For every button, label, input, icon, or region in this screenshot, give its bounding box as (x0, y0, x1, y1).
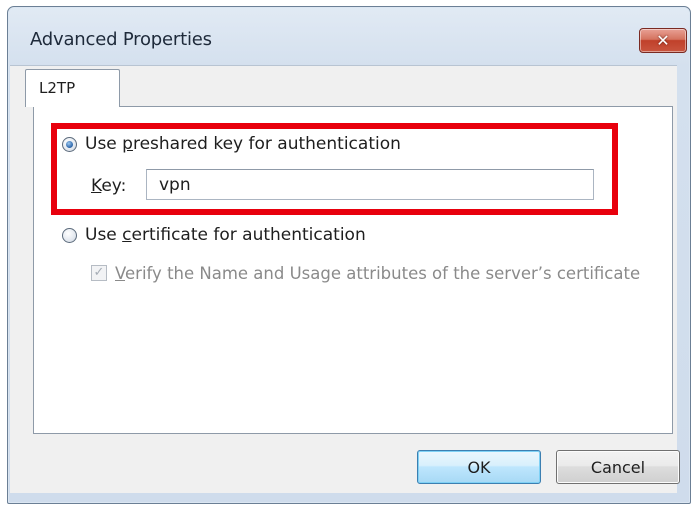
ok-button[interactable]: OK (417, 450, 541, 484)
tab-l2tp-label: L2TP (39, 79, 76, 97)
certificate-label[interactable]: Use certificate for authentication (85, 225, 366, 245)
verify-label-suffix: erify the Name and Usage attributes of t… (125, 264, 641, 283)
preshared-key-mnemonic: p (122, 134, 133, 154)
verify-mnemonic: V (115, 264, 126, 283)
certificate-label-prefix: Use (85, 225, 123, 245)
certificate-label-suffix: ertificate for authentication (131, 225, 366, 245)
cancel-button[interactable]: Cancel (556, 450, 680, 484)
certificate-radio[interactable] (62, 228, 77, 243)
key-label: Key: (91, 176, 126, 196)
key-label-mnemonic: K (91, 176, 102, 196)
close-button[interactable]: ✕ (639, 28, 687, 53)
preshared-key-radio[interactable] (62, 137, 77, 152)
checkmark-icon: ✓ (93, 265, 105, 280)
preshared-key-input[interactable] (146, 169, 594, 200)
tab-l2tp[interactable]: L2TP (25, 69, 120, 107)
verify-certificate-checkbox[interactable]: ✓ (91, 265, 107, 281)
key-label-suffix: ey: (101, 176, 127, 196)
preshared-key-label-prefix: Use (85, 134, 123, 154)
window-title: Advanced Properties (30, 29, 212, 50)
close-icon: ✕ (656, 31, 670, 50)
preshared-key-label[interactable]: Use preshared key for authentication (85, 134, 401, 154)
certificate-mnemonic: c (122, 225, 132, 245)
verify-certificate-label[interactable]: Verify the Name and Usage attributes of … (115, 264, 640, 283)
preshared-key-label-suffix: reshared key for authentication (132, 134, 401, 154)
